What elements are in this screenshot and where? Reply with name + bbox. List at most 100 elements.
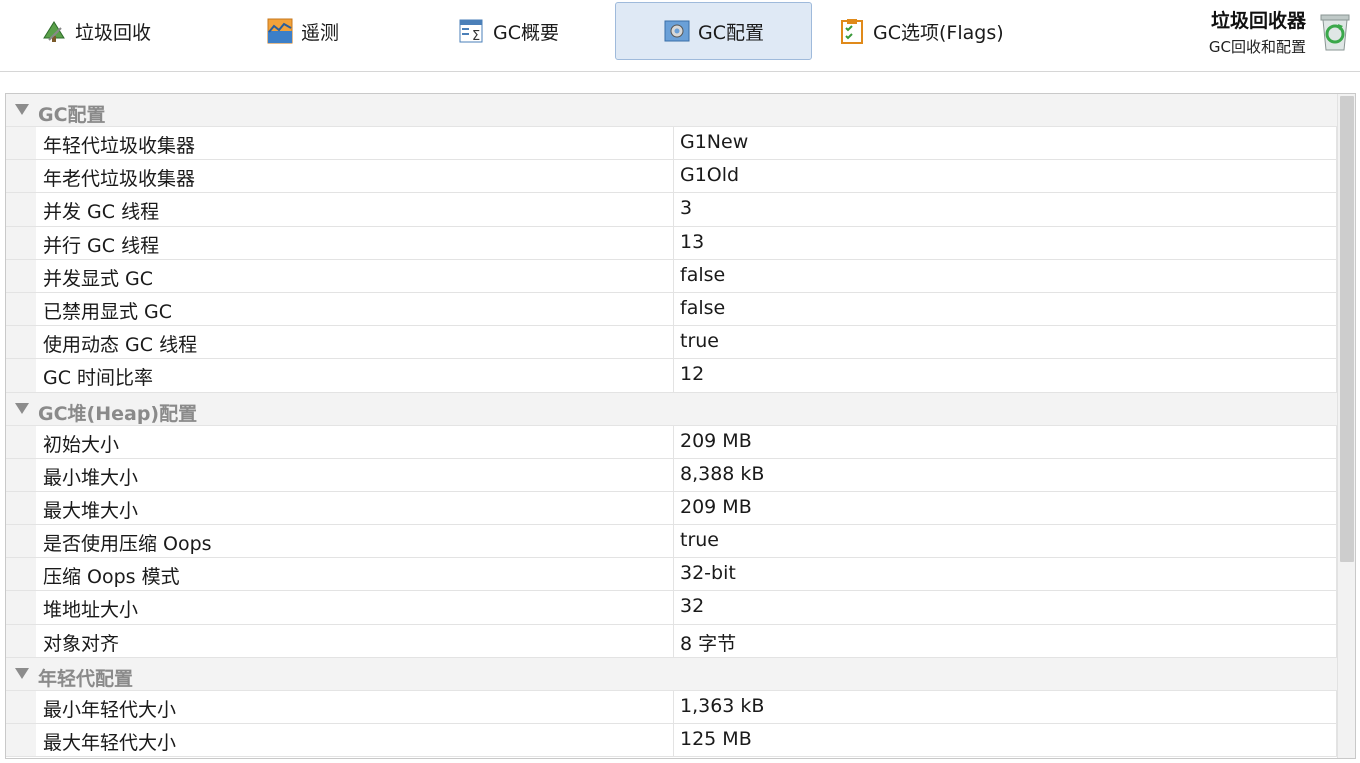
property-row[interactable]: 年轻代垃圾收集器 G1New xyxy=(6,127,1337,161)
property-row[interactable]: 并发显式 GC false xyxy=(6,259,1337,293)
tab-gc[interactable]: 垃圾回收 xyxy=(40,2,240,60)
row-gutter xyxy=(6,458,36,491)
header: 垃圾回收器 GC回收和配置 xyxy=(1209,4,1352,64)
property-value: 13 xyxy=(680,230,705,253)
summary-table-icon: Σ xyxy=(459,18,485,44)
property-name: 并发显式 GC xyxy=(43,267,154,290)
column-divider xyxy=(673,624,674,657)
property-value: 12 xyxy=(680,363,705,386)
scrollbar-thumb[interactable] xyxy=(1340,96,1354,562)
row-gutter xyxy=(6,359,36,392)
property-row[interactable]: 年老代垃圾收集器 G1Old xyxy=(6,160,1337,194)
property-name: 是否使用压缩 Oops xyxy=(43,533,212,556)
property-row[interactable]: 最大年轻代大小 125 MB xyxy=(6,724,1337,758)
property-value: false xyxy=(680,263,726,286)
property-value: false xyxy=(680,296,726,319)
tab-label: 遥测 xyxy=(301,21,340,44)
property-value: G1New xyxy=(680,131,749,153)
row-gutter xyxy=(6,690,36,723)
property-value: 8,388 kB xyxy=(680,462,765,485)
row-gutter xyxy=(6,193,36,226)
row-gutter xyxy=(6,724,36,757)
property-row[interactable]: 压缩 Oops 模式 32-bit xyxy=(6,558,1337,592)
property-name: 压缩 Oops 模式 xyxy=(43,566,180,589)
property-name: 初始大小 xyxy=(43,433,120,456)
property-row[interactable]: 并发 GC 线程 3 xyxy=(6,193,1337,227)
property-name: 并行 GC 线程 xyxy=(43,234,160,257)
tab-telemetry[interactable]: 遥测 xyxy=(266,2,446,60)
column-divider xyxy=(673,226,674,259)
property-value: 125 MB xyxy=(680,728,752,750)
property-value: 8 字节 xyxy=(680,632,737,655)
property-row[interactable]: 最小年轻代大小 1,363 kB xyxy=(6,690,1337,724)
column-divider xyxy=(673,160,674,193)
row-gutter xyxy=(6,226,36,259)
property-name: 最小堆大小 xyxy=(43,466,139,489)
tab-label: GC概要 xyxy=(493,21,559,44)
tab-gc-flags[interactable]: GC选项(Flags) xyxy=(838,2,1038,60)
group-title: GC配置 xyxy=(38,104,106,126)
column-divider xyxy=(673,724,674,757)
property-row[interactable]: 初始大小 209 MB xyxy=(6,425,1337,459)
row-gutter xyxy=(6,525,36,558)
property-row[interactable]: 是否使用压缩 Oops true xyxy=(6,525,1337,559)
tab-gc-summary[interactable]: Σ GC概要 xyxy=(458,2,608,60)
property-value: true xyxy=(680,330,719,353)
property-row[interactable]: 堆地址大小 32 xyxy=(6,591,1337,625)
group-title: GC堆(Heap)配置 xyxy=(38,402,198,425)
property-row[interactable]: 并行 GC 线程 13 xyxy=(6,226,1337,260)
column-divider xyxy=(673,359,674,392)
property-name: 年老代垃圾收集器 xyxy=(43,168,196,191)
property-value: true xyxy=(680,529,719,552)
property-row[interactable]: 最小堆大小 8,388 kB xyxy=(6,458,1337,492)
toolbar: 垃圾回收 遥测 Σ GC概要 GC配置 GC选项(Flags) 垃圾回收器 GC… xyxy=(0,0,1360,72)
collapse-triangle-icon[interactable] xyxy=(15,667,29,679)
group-header[interactable]: GC堆(Heap)配置 xyxy=(6,392,1337,426)
property-value: 32 xyxy=(680,595,705,618)
group-header[interactable]: GC配置 xyxy=(6,94,1337,127)
collapse-triangle-icon[interactable] xyxy=(15,402,29,414)
property-value: 209 MB xyxy=(680,429,752,452)
property-value: 209 MB xyxy=(680,495,752,518)
group-title: 年轻代配置 xyxy=(38,667,134,690)
row-gutter xyxy=(6,591,36,624)
property-value: 1,363 kB xyxy=(680,694,765,717)
property-name: 最大堆大小 xyxy=(43,499,139,522)
vertical-scrollbar[interactable] xyxy=(1337,94,1355,758)
column-divider xyxy=(673,491,674,525)
column-divider xyxy=(673,558,674,591)
group-header[interactable]: 年轻代配置 xyxy=(6,657,1337,691)
clipboard-check-icon xyxy=(839,18,865,44)
property-name: GC 时间比率 xyxy=(43,367,154,390)
column-divider xyxy=(673,458,674,491)
column-divider xyxy=(673,591,674,624)
row-gutter xyxy=(6,259,36,292)
svg-text:Σ: Σ xyxy=(472,29,480,44)
property-name: 已禁用显式 GC xyxy=(43,300,173,323)
property-name: 对象对齐 xyxy=(43,632,120,655)
tab-label: GC选项(Flags) xyxy=(873,21,1004,44)
property-row[interactable]: 对象对齐 8 字节 xyxy=(6,624,1337,658)
tab-gc-config[interactable]: GC配置 xyxy=(615,2,812,60)
property-row[interactable]: GC 时间比率 12 xyxy=(6,359,1337,393)
row-gutter xyxy=(6,624,36,657)
column-divider xyxy=(673,193,674,226)
property-row[interactable]: 使用动态 GC 线程 true xyxy=(6,326,1337,360)
property-name: 使用动态 GC 线程 xyxy=(43,334,198,357)
row-gutter xyxy=(6,425,36,458)
header-title: 垃圾回收器 xyxy=(1210,10,1306,32)
property-row[interactable]: 已禁用显式 GC false xyxy=(6,292,1337,327)
property-value: G1Old xyxy=(680,164,740,187)
property-name: 最大年轻代大小 xyxy=(43,732,177,754)
row-gutter xyxy=(6,160,36,193)
tab-label: 垃圾回收 xyxy=(75,21,152,44)
gear-icon xyxy=(664,18,690,44)
property-row[interactable]: 最大堆大小 209 MB xyxy=(6,491,1337,526)
gc-tree-icon xyxy=(41,18,67,44)
collapse-triangle-icon[interactable] xyxy=(15,104,29,115)
property-name: 并发 GC 线程 xyxy=(43,201,160,224)
property-grid: GC配置 年轻代垃圾收集器 G1New 年老代垃圾收集器 G1Old 并发 GC 线程 3 并… xyxy=(5,93,1356,759)
property-name: 堆地址大小 xyxy=(43,599,139,622)
row-gutter xyxy=(6,326,36,359)
column-divider xyxy=(673,525,674,558)
